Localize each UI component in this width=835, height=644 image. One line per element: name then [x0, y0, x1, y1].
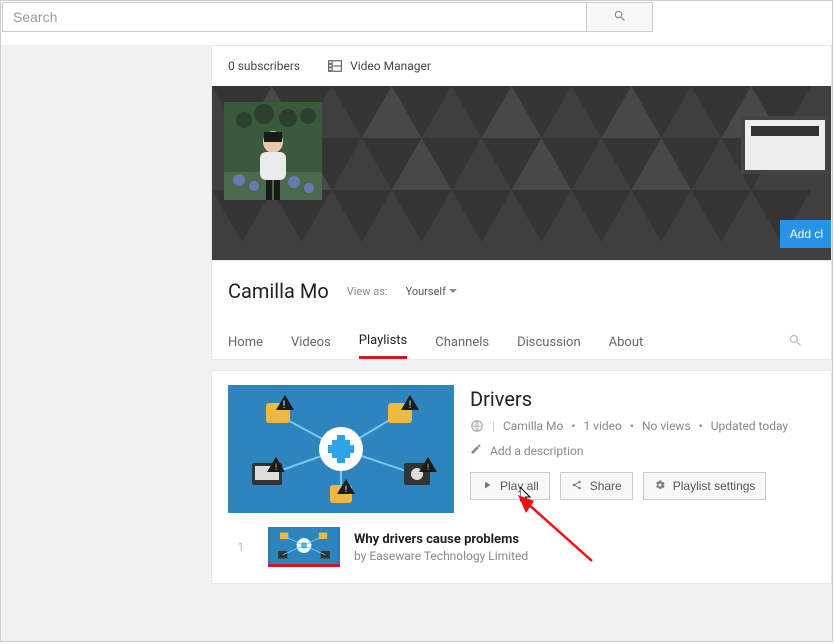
- separator: |: [492, 419, 495, 433]
- tab-channels[interactable]: Channels: [435, 327, 489, 358]
- playlist-owner[interactable]: Camilla Mo: [503, 419, 563, 433]
- playlist-views: No views: [642, 419, 691, 433]
- view-as-label: View as:: [347, 285, 388, 298]
- share-label: Share: [590, 479, 622, 493]
- search-box: [2, 2, 653, 32]
- tab-videos[interactable]: Videos: [291, 327, 331, 358]
- add-description[interactable]: Add a description: [470, 443, 815, 458]
- film-icon: [328, 60, 342, 72]
- tab-playlists[interactable]: Playlists: [359, 325, 407, 359]
- playlist-settings-button[interactable]: Playlist settings: [643, 472, 767, 500]
- search-input[interactable]: [3, 3, 586, 31]
- view-as-dropdown[interactable]: Yourself: [406, 285, 457, 298]
- add-channel-art-button[interactable]: Add cl: [780, 220, 831, 248]
- playlist-video-count: 1 video: [583, 419, 621, 433]
- video-thumbnail[interactable]: [268, 527, 340, 567]
- globe-icon: [470, 419, 484, 433]
- left-sidebar: [1, 45, 211, 641]
- svg-text:!: !: [345, 485, 347, 495]
- dot: •: [699, 419, 703, 433]
- view-as-value: Yourself: [406, 285, 446, 298]
- channel-banner[interactable]: Add cl: [212, 86, 831, 260]
- tab-search-icon[interactable]: [788, 333, 803, 352]
- share-icon: [571, 479, 583, 494]
- channel-tabs: Home Videos Playlists Channels Discussio…: [228, 325, 815, 359]
- play-all-button[interactable]: Play all: [470, 472, 550, 500]
- svg-text:!: !: [283, 400, 286, 411]
- share-button[interactable]: Share: [560, 472, 633, 500]
- search-icon: [613, 9, 627, 26]
- playlist-thumbnail[interactable]: ! ! ! ! !: [228, 385, 454, 513]
- settings-label: Playlist settings: [673, 479, 756, 493]
- dot: •: [630, 419, 634, 433]
- channel-name: Camilla Mo: [228, 279, 329, 303]
- tab-home[interactable]: Home: [228, 327, 263, 358]
- video-byline: by Easeware Technology Limited: [354, 549, 528, 563]
- subscriber-count: 0 subscribers: [228, 59, 300, 73]
- video-title[interactable]: Why drivers cause problems: [354, 532, 528, 547]
- svg-text:!: !: [427, 463, 429, 473]
- search-button[interactable]: [586, 3, 652, 31]
- dot: •: [571, 419, 575, 433]
- tab-discussion[interactable]: Discussion: [517, 327, 581, 358]
- pencil-icon: [470, 443, 482, 458]
- gear-icon: [654, 479, 666, 494]
- svg-text:!: !: [409, 400, 412, 411]
- video-manager-label: Video Manager: [350, 59, 431, 73]
- laptop-illustration: [741, 116, 831, 178]
- video-manager-link[interactable]: Video Manager: [328, 59, 431, 73]
- chevron-down-icon: [449, 289, 457, 293]
- playlist-card: ! ! ! ! ! Drivers |: [211, 370, 832, 584]
- tab-about[interactable]: About: [609, 327, 644, 358]
- svg-text:!: !: [275, 463, 277, 473]
- play-icon: [481, 479, 493, 494]
- playlist-updated: Updated today: [711, 419, 788, 433]
- add-description-label: Add a description: [490, 444, 584, 458]
- channel-avatar[interactable]: [224, 102, 322, 200]
- play-all-label: Play all: [500, 479, 539, 493]
- playlist-title: Drivers: [470, 387, 815, 411]
- video-index: 1: [228, 540, 254, 554]
